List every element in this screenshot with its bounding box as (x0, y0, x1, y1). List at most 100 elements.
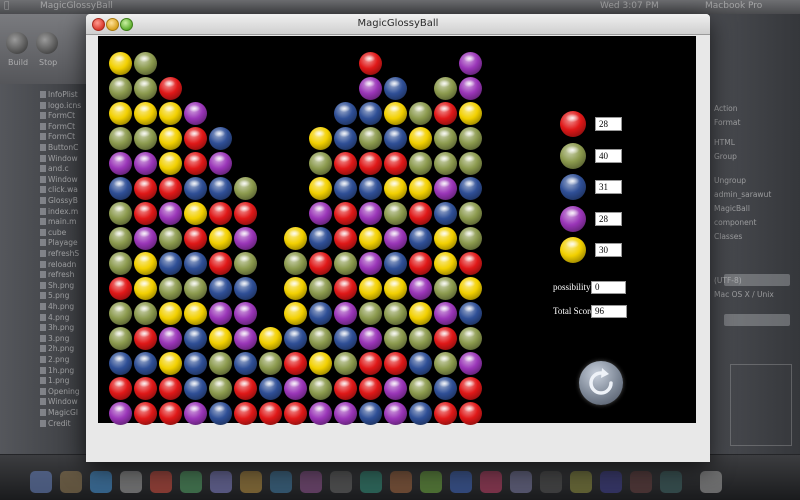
ball-green[interactable] (334, 252, 357, 275)
ball-red[interactable] (384, 152, 407, 175)
ball-red[interactable] (134, 377, 157, 400)
ball-green[interactable] (134, 127, 157, 150)
title-bar[interactable]: MagicGlossyBall (86, 14, 710, 35)
ball-purple[interactable] (359, 77, 382, 100)
ball-blue[interactable] (384, 77, 407, 100)
ball-red[interactable] (284, 352, 307, 375)
ball-blue[interactable] (459, 177, 482, 200)
ball-purple[interactable] (184, 402, 207, 425)
ball-blue[interactable] (109, 177, 132, 200)
ball-red[interactable] (259, 402, 282, 425)
ball-purple[interactable] (234, 302, 257, 325)
ball-blue[interactable] (209, 177, 232, 200)
ball-red[interactable] (434, 327, 457, 350)
ball-blue[interactable] (359, 402, 382, 425)
ball-red[interactable] (159, 77, 182, 100)
ball-yellow[interactable] (184, 302, 207, 325)
ball-purple[interactable] (359, 252, 382, 275)
ball-yellow[interactable] (359, 277, 382, 300)
ball-yellow[interactable] (284, 277, 307, 300)
ball-green[interactable] (109, 227, 132, 250)
ball-purple[interactable] (459, 77, 482, 100)
ball-red[interactable] (134, 177, 157, 200)
ball-red[interactable] (459, 377, 482, 400)
ball-green[interactable] (459, 202, 482, 225)
ball-yellow[interactable] (134, 102, 157, 125)
ball-purple[interactable] (159, 327, 182, 350)
ball-yellow[interactable] (284, 302, 307, 325)
ball-purple[interactable] (109, 152, 132, 175)
ball-red[interactable] (184, 227, 207, 250)
ball-green[interactable] (459, 227, 482, 250)
ball-green[interactable] (184, 277, 207, 300)
ball-blue[interactable] (309, 302, 332, 325)
ball-yellow[interactable] (159, 352, 182, 375)
ball-green[interactable] (109, 327, 132, 350)
ball-blue[interactable] (209, 277, 232, 300)
ball-blue[interactable] (359, 177, 382, 200)
ball-blue[interactable] (409, 352, 432, 375)
ball-green[interactable] (434, 77, 457, 100)
ball-yellow[interactable] (309, 127, 332, 150)
ball-green[interactable] (409, 152, 432, 175)
ball-purple[interactable] (459, 52, 482, 75)
ball-purple[interactable] (384, 227, 407, 250)
ball-green[interactable] (134, 302, 157, 325)
ball-yellow[interactable] (309, 177, 332, 200)
ball-red[interactable] (134, 402, 157, 425)
ball-yellow[interactable] (159, 127, 182, 150)
ball-green[interactable] (309, 327, 332, 350)
ball-yellow[interactable] (359, 227, 382, 250)
ball-red[interactable] (334, 277, 357, 300)
ball-blue[interactable] (184, 352, 207, 375)
ball-yellow[interactable] (109, 52, 132, 75)
ball-blue[interactable] (459, 302, 482, 325)
ball-purple[interactable] (309, 402, 332, 425)
ball-green[interactable] (384, 327, 407, 350)
ball-yellow[interactable] (259, 327, 282, 350)
ball-red[interactable] (459, 252, 482, 275)
ball-blue[interactable] (184, 252, 207, 275)
ball-red[interactable] (359, 52, 382, 75)
ball-blue[interactable] (184, 177, 207, 200)
ball-yellow[interactable] (309, 352, 332, 375)
ball-blue[interactable] (434, 202, 457, 225)
ball-red[interactable] (134, 202, 157, 225)
ball-red[interactable] (209, 252, 232, 275)
ball-yellow[interactable] (409, 302, 432, 325)
ball-red[interactable] (234, 202, 257, 225)
ball-red[interactable] (159, 402, 182, 425)
ball-green[interactable] (109, 127, 132, 150)
ball-yellow[interactable] (209, 327, 232, 350)
ball-yellow[interactable] (384, 177, 407, 200)
ball-green[interactable] (409, 327, 432, 350)
ball-green[interactable] (309, 277, 332, 300)
ball-green[interactable] (134, 77, 157, 100)
ball-blue[interactable] (259, 377, 282, 400)
ball-blue[interactable] (434, 377, 457, 400)
ball-purple[interactable] (334, 302, 357, 325)
ball-purple[interactable] (234, 227, 257, 250)
ball-purple[interactable] (209, 152, 232, 175)
ball-yellow[interactable] (134, 277, 157, 300)
ball-green[interactable] (209, 377, 232, 400)
ball-yellow[interactable] (284, 227, 307, 250)
ball-green[interactable] (459, 127, 482, 150)
ball-purple[interactable] (384, 402, 407, 425)
ball-purple[interactable] (209, 302, 232, 325)
ball-green[interactable] (384, 202, 407, 225)
ball-red[interactable] (434, 402, 457, 425)
ball-red[interactable] (334, 152, 357, 175)
ball-green[interactable] (259, 352, 282, 375)
ball-red[interactable] (334, 227, 357, 250)
ball-purple[interactable] (359, 327, 382, 350)
ball-blue[interactable] (284, 327, 307, 350)
ball-purple[interactable] (459, 352, 482, 375)
ball-red[interactable] (234, 402, 257, 425)
ball-green[interactable] (309, 152, 332, 175)
ball-red[interactable] (359, 352, 382, 375)
ball-blue[interactable] (159, 252, 182, 275)
ball-red[interactable] (159, 377, 182, 400)
ball-purple[interactable] (334, 402, 357, 425)
ball-purple[interactable] (359, 202, 382, 225)
